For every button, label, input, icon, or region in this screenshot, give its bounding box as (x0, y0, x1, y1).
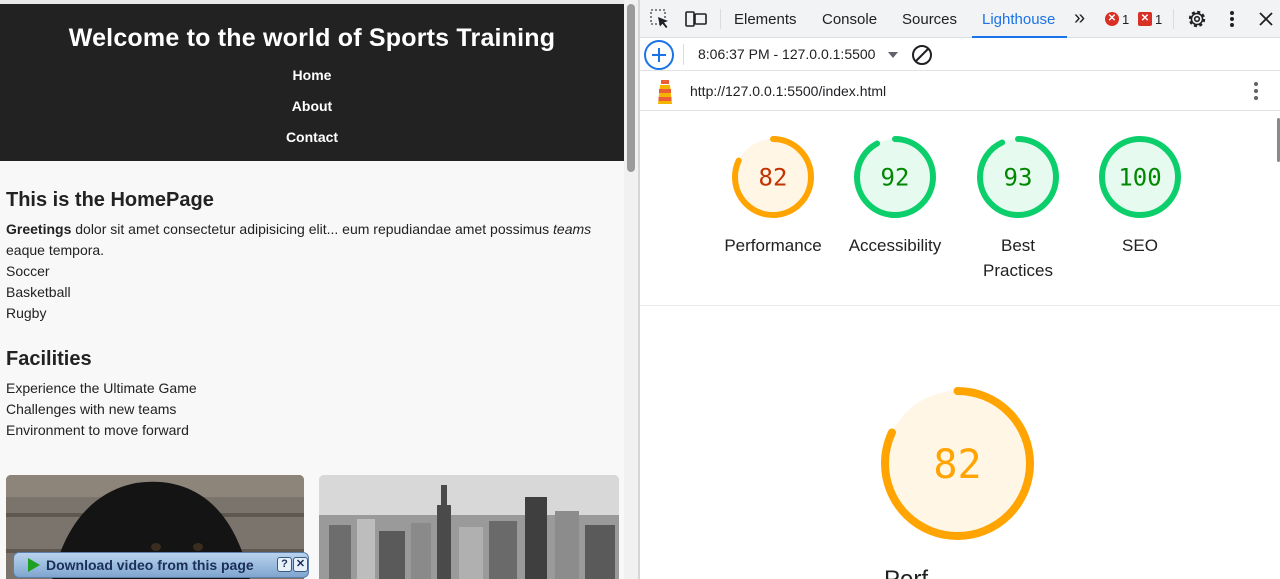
nav-link-contact[interactable]: Contact (0, 129, 624, 160)
gauge-score-value: 93 (1004, 164, 1033, 192)
play-icon (28, 558, 40, 572)
site-nav: Home About Contact (0, 67, 624, 160)
intro-paragraph: Greetings dolor sit amet consectetur adi… (6, 219, 618, 261)
featured-gauge-label: Perf (884, 566, 928, 579)
error-icon[interactable]: ✕ (1105, 12, 1119, 26)
page-scrollbar[interactable] (624, 0, 638, 579)
gauge-performance[interactable]: 82 Performance (718, 135, 828, 258)
tab-sources[interactable]: Sources (902, 0, 957, 38)
report-select[interactable]: 8:06:37 PM - 127.0.0.1:5500 (698, 46, 875, 62)
devtools-tabbar: Elements Console Sources Lighthouse » ✕ … (640, 0, 1280, 38)
page-scrollbar-thumb[interactable] (627, 4, 635, 172)
more-tabs-icon[interactable]: » (1074, 0, 1085, 38)
gauge-label: Performance (724, 236, 822, 255)
sport-item-soccer: Soccer (6, 263, 50, 279)
devtools-panel: Elements Console Sources Lighthouse » ✕ … (640, 0, 1280, 579)
intro-bold: Greetings (6, 221, 72, 237)
facility-item: Experience the Ultimate Game (6, 380, 197, 396)
new-report-button[interactable] (644, 40, 674, 70)
tabbar-separator (1173, 9, 1174, 29)
intro-end: eaque tempora. (6, 242, 105, 258)
help-button[interactable]: ? (277, 557, 292, 572)
error-count[interactable]: 1 (1122, 12, 1129, 27)
chevron-down-icon[interactable] (888, 52, 898, 58)
tab-console[interactable]: Console (822, 0, 877, 38)
issues-icon[interactable]: ✕ (1138, 12, 1152, 26)
site-header: Welcome to the world of Sports Training … (0, 0, 624, 161)
home-heading: This is the HomePage (6, 189, 214, 211)
nav-link-about[interactable]: About (0, 98, 624, 129)
featured-gauge-performance: 82 (880, 386, 1035, 546)
issue-count[interactable]: 1 (1155, 12, 1162, 27)
gauge-label: SEO (1122, 236, 1158, 255)
nav-link-home[interactable]: Home (0, 67, 624, 98)
gear-icon[interactable] (1185, 7, 1209, 31)
device-toolbar-icon[interactable] (684, 7, 708, 31)
report-menu-icon[interactable] (1254, 82, 1258, 100)
gauge-accessibility[interactable]: 92 Accessibility (840, 135, 950, 258)
sport-item-basketball: Basketball (6, 284, 71, 300)
report-url: http://127.0.0.1:5500/index.html (690, 83, 887, 99)
inspect-element-icon[interactable] (648, 7, 672, 31)
gauge-seo[interactable]: 100 SEO (1085, 135, 1195, 258)
sport-item-rugby: Rugby (6, 305, 47, 321)
tab-lighthouse[interactable]: Lighthouse (971, 0, 1068, 38)
gauge-best-practices[interactable]: 93 Best Practices (963, 135, 1073, 283)
gauge-score-value: 92 (881, 164, 910, 192)
gauge-score-value: 100 (1118, 164, 1161, 192)
facility-item: Environment to move forward (6, 422, 189, 438)
close-button[interactable]: ✕ (293, 557, 308, 572)
gauge-score-value: 82 (759, 164, 788, 192)
facility-item: Challenges with new teams (6, 401, 177, 417)
gauge-label: Best Practices (983, 236, 1053, 280)
toolbar-separator (683, 44, 684, 65)
facilities-heading: Facilities (6, 348, 92, 370)
lighthouse-toolbar: 8:06:37 PM - 127.0.0.1:5500 (640, 38, 1280, 71)
website-preview: Welcome to the world of Sports Training … (0, 0, 624, 579)
close-devtools-icon[interactable] (1254, 7, 1278, 31)
tabbar-separator (720, 9, 721, 29)
intro-italic: teams (553, 221, 592, 237)
tab-elements[interactable]: Elements (734, 0, 797, 38)
city-photo (319, 475, 619, 579)
download-video-bar[interactable]: Download video from this page ? ✕ (13, 552, 309, 578)
site-main: This is the HomePage Greetings dolor sit… (0, 161, 624, 441)
clear-all-icon[interactable] (912, 45, 932, 65)
gauge-label: Accessibility (848, 236, 942, 255)
featured-gauge-value: 82 (933, 442, 981, 488)
intro-text: dolor sit amet consectetur adipisicing e… (71, 221, 554, 237)
score-summary: 82 Performance 92 Accessibility 93 Best … (640, 111, 1280, 306)
report-url-row: http://127.0.0.1:5500/index.html (640, 71, 1280, 111)
lighthouse-logo-icon (655, 78, 675, 106)
site-title: Welcome to the world of Sports Training (68, 24, 556, 52)
download-video-label: Download video from this page (46, 557, 254, 573)
more-options-icon[interactable] (1220, 7, 1244, 31)
